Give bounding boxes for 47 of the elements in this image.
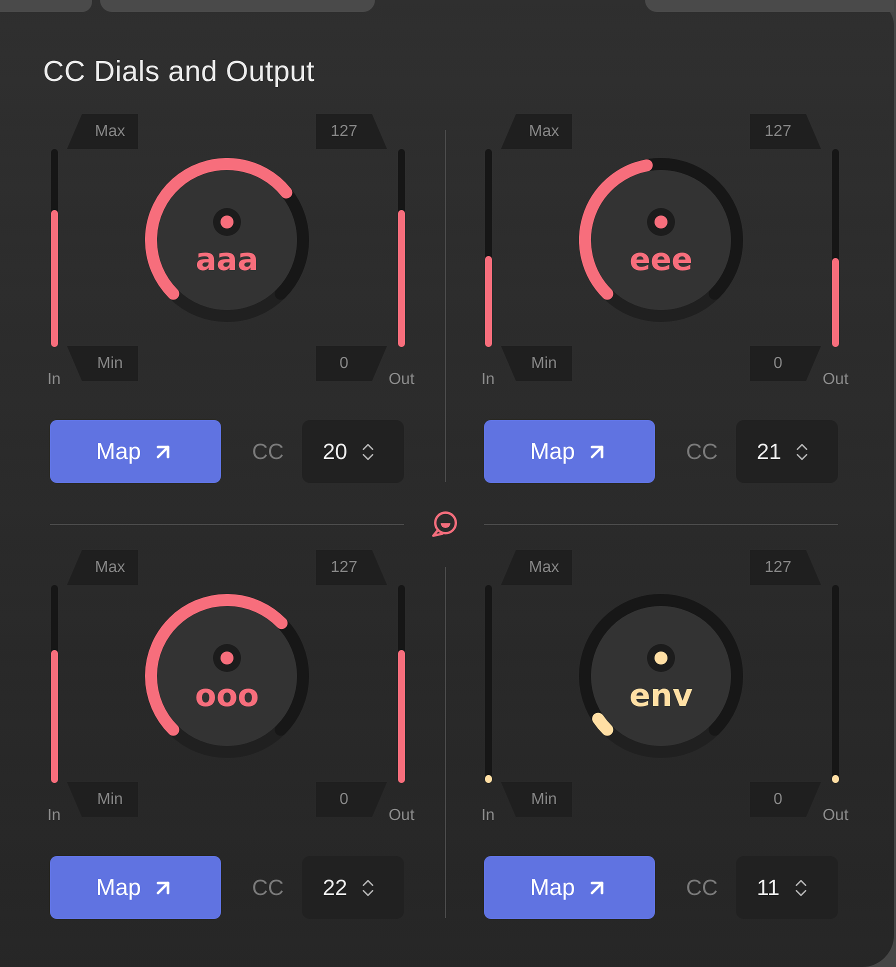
range-tag: 127: [750, 114, 821, 149]
knob-label: eee: [628, 243, 694, 277]
map-button[interactable]: Map: [50, 420, 221, 483]
range-tag: Max: [67, 114, 138, 149]
range-tag: Min: [501, 346, 572, 381]
panel-title: CC Dials and Output: [43, 56, 315, 88]
cc-number-field[interactable]: 11: [736, 856, 838, 919]
knob-label: env: [628, 679, 694, 713]
knob[interactable]: [145, 594, 309, 758]
knob[interactable]: [579, 158, 743, 322]
cc-number-field[interactable]: 22: [302, 856, 404, 919]
range-tag: Min: [67, 346, 138, 381]
meter-caption: In: [481, 371, 495, 389]
range-tag: Min: [501, 782, 572, 817]
map-button[interactable]: Map: [50, 856, 221, 919]
knob[interactable]: [145, 158, 309, 322]
range-tag: Max: [67, 550, 138, 585]
map-button[interactable]: Map: [484, 420, 655, 483]
meter-caption: Out: [822, 807, 848, 825]
range-tag: Max: [501, 550, 572, 585]
meter-caption: Out: [388, 807, 414, 825]
cc-label: CC: [252, 874, 284, 902]
cc-label: CC: [252, 438, 284, 466]
cc-number-field[interactable]: 20: [302, 420, 404, 483]
range-tag: Min: [67, 782, 138, 817]
knob-label: aaa: [194, 243, 260, 277]
meter-caption: In: [47, 807, 61, 825]
knob-value-arc: [592, 712, 614, 736]
cc-label: CC: [686, 438, 718, 466]
range-tag: Max: [501, 114, 572, 149]
map-button[interactable]: Map: [484, 856, 655, 919]
meter-caption: Out: [822, 371, 848, 389]
meter-caption: In: [47, 371, 61, 389]
chat-smile-icon: [432, 511, 458, 537]
knob-label: ooo: [194, 679, 260, 713]
knob[interactable]: [579, 594, 743, 758]
range-tag: 0: [750, 346, 821, 381]
range-tag: 127: [316, 114, 387, 149]
range-tag: 0: [750, 782, 821, 817]
range-tag: 0: [316, 782, 387, 817]
meter-caption: In: [481, 807, 495, 825]
cc-label: CC: [686, 874, 718, 902]
range-tag: 0: [316, 346, 387, 381]
range-tag: 127: [750, 550, 821, 585]
cc-number-field[interactable]: 21: [736, 420, 838, 483]
meter-caption: Out: [388, 371, 414, 389]
range-tag: 127: [316, 550, 387, 585]
